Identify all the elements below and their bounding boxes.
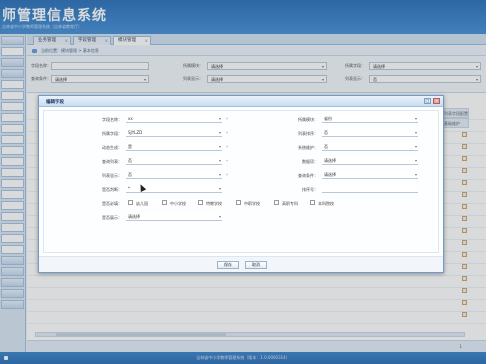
dialog-form: 字段名称： xx ▾ * 所属模块： 省份 ▾ 所属字段： SJYLZD ▾ * 列表… xyxy=(43,110,439,253)
chevron-down-icon: ▾ xyxy=(414,116,417,121)
field-name-input[interactable]: xx ▾ xyxy=(126,115,222,123)
required-mark: * xyxy=(226,117,228,122)
query-label: 查询列表： xyxy=(102,159,122,164)
checkbox-label: 高职专科 xyxy=(282,201,298,206)
list-show-label: 列表显示： xyxy=(102,173,122,178)
list-sort-select[interactable]: 否 ▾ xyxy=(322,129,418,137)
chevron-down-icon: ▾ xyxy=(218,172,221,177)
chevron-down-icon: ▾ xyxy=(414,158,417,163)
field-type-select[interactable]: SJYLZD ▾ xyxy=(126,129,222,137)
checkbox-label: 本科院校 xyxy=(318,201,334,206)
dynamic-select[interactable]: 是 ▾ xyxy=(126,143,222,151)
chevron-down-icon: ▾ xyxy=(414,172,417,177)
module-select[interactable]: 省份 ▾ xyxy=(322,115,418,123)
maximize-icon[interactable]: □ xyxy=(424,98,431,104)
field-name-label: 字段名称： xyxy=(102,117,122,122)
required-mark: * xyxy=(226,173,228,178)
sort-no-label: 排序号： xyxy=(302,187,318,192)
chevron-down-icon: ▾ xyxy=(414,144,417,149)
dialog-titlebar[interactable]: 编辑字段 □ × xyxy=(39,96,443,107)
sys-maint-select[interactable]: 否 ▾ xyxy=(322,143,418,151)
chevron-down-icon: ▾ xyxy=(218,130,221,135)
checkbox-label: 中小学校 xyxy=(170,201,186,206)
required-select-label: 是否展示： xyxy=(102,215,122,220)
list-show-select[interactable]: 否 ▾ xyxy=(126,171,222,179)
dynamic-label: 动态生成： xyxy=(102,145,122,150)
dialog-footer: 保存 取消 xyxy=(39,256,443,272)
query-select[interactable]: 否 ▾ xyxy=(126,157,222,165)
sys-maint-label: 系统维护： xyxy=(298,145,318,150)
checkbox-label: 特教学校 xyxy=(206,201,222,206)
chevron-down-icon: ▾ xyxy=(218,158,221,163)
checkbox-label: 幼儿园 xyxy=(136,201,148,206)
query-cond-select[interactable]: 请选择 ▾ xyxy=(322,171,418,179)
required-mark: * xyxy=(226,159,228,164)
dialog-title: 编辑字段 xyxy=(46,100,64,105)
edit-field-dialog: 编辑字段 □ × 字段名称： xx ▾ * 所属模块： 省份 ▾ 所属字段： SJY… xyxy=(38,95,444,273)
checkbox-undergrad[interactable] xyxy=(310,200,315,205)
dropdown-label: 是否判断： xyxy=(102,187,122,192)
checkbox-vocational[interactable] xyxy=(236,200,241,205)
school-level-label: 是否必填： xyxy=(102,201,122,206)
cancel-button[interactable]: 取消 xyxy=(245,261,267,269)
module-label: 所属模块： xyxy=(298,117,318,122)
checkbox-label: 中职学校 xyxy=(244,201,260,206)
required-select[interactable]: 请选择 ▾ xyxy=(126,213,222,221)
save-button[interactable]: 保存 xyxy=(217,261,239,269)
chevron-down-icon: ▾ xyxy=(218,116,221,121)
checkbox-kindergarten[interactable] xyxy=(128,200,133,205)
checkbox-special-ed[interactable] xyxy=(198,200,203,205)
required-mark: * xyxy=(226,131,228,136)
data-item-label: 数据项： xyxy=(302,159,318,164)
chevron-down-icon: ▾ xyxy=(218,186,221,191)
list-sort-label: 列表排序： xyxy=(298,131,318,136)
chevron-down-icon: ▾ xyxy=(218,214,221,219)
chevron-down-icon: ▾ xyxy=(218,144,221,149)
sort-no-input[interactable] xyxy=(322,185,418,193)
required-mark: * xyxy=(226,145,228,150)
field-type-label: 所属字段： xyxy=(102,131,122,136)
checkbox-primary-secondary[interactable] xyxy=(162,200,167,205)
data-item-select[interactable]: 请选择 ▾ xyxy=(322,157,418,165)
chevron-down-icon: ▾ xyxy=(414,130,417,135)
query-cond-label: 查询条件： xyxy=(298,173,318,178)
checkbox-higher-vocational[interactable] xyxy=(274,200,279,205)
close-icon[interactable]: × xyxy=(433,98,440,104)
